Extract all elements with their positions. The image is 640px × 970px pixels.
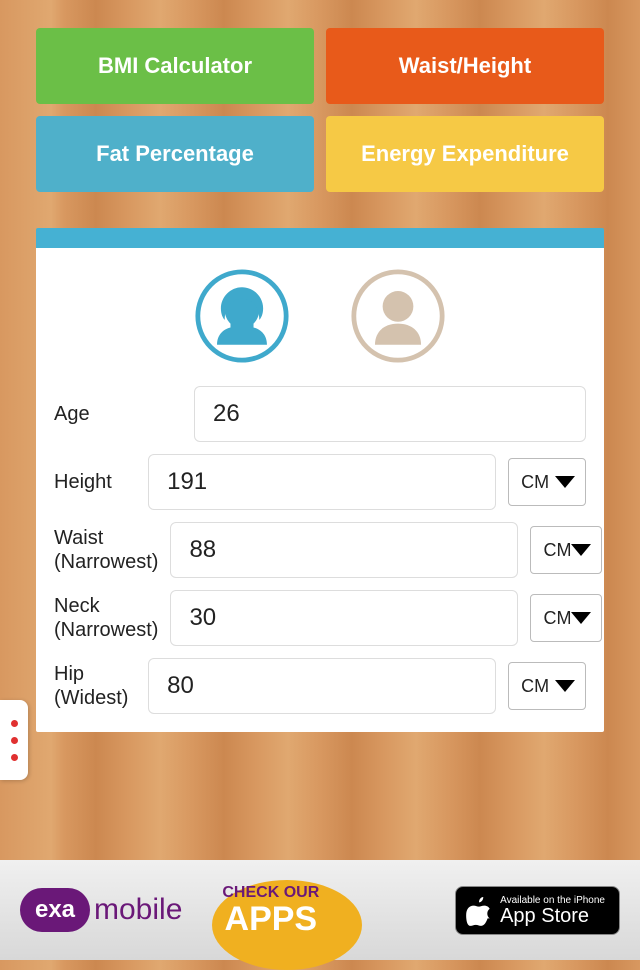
chevron-down-icon xyxy=(571,544,591,556)
label-waist: Waist (Narrowest) xyxy=(54,526,158,574)
chevron-down-icon xyxy=(555,476,575,488)
input-neck[interactable] xyxy=(170,590,518,646)
row-height: Height CM xyxy=(54,454,586,510)
unit-neck-value: CM xyxy=(543,608,571,629)
unit-hip-value: CM xyxy=(521,676,549,697)
gender-male-icon[interactable] xyxy=(350,268,446,364)
row-age: Age xyxy=(54,386,586,442)
side-drawer-handle[interactable] xyxy=(0,700,28,780)
unit-neck[interactable]: CM xyxy=(530,594,602,642)
dot-icon xyxy=(11,754,18,761)
unit-height[interactable]: CM xyxy=(508,458,586,506)
row-hip: Hip (Widest) CM xyxy=(54,658,586,714)
row-waist: Waist (Narrowest) CM xyxy=(54,522,586,578)
chevron-down-icon xyxy=(571,612,591,624)
exa-mobile-logo: exa mobile xyxy=(20,888,182,932)
unit-waist-value: CM xyxy=(543,540,571,561)
input-height[interactable] xyxy=(148,454,496,510)
appstore-big-text: App Store xyxy=(500,906,605,926)
apple-icon xyxy=(466,897,492,927)
unit-waist[interactable]: CM xyxy=(530,526,602,574)
tab-waist-height[interactable]: Waist/Height xyxy=(326,28,604,104)
input-card: Age Height CM Waist (Narrowest) CM Neck … xyxy=(36,228,604,732)
label-height: Height xyxy=(54,470,136,494)
chevron-down-icon xyxy=(555,680,575,692)
calculator-tabs: BMI Calculator Waist/Height Fat Percenta… xyxy=(0,0,640,192)
apps-text: APPS xyxy=(222,902,319,936)
input-waist[interactable] xyxy=(170,522,518,578)
gender-selector xyxy=(54,268,586,364)
tab-bmi[interactable]: BMI Calculator xyxy=(36,28,314,104)
dot-icon xyxy=(11,720,18,727)
unit-height-value: CM xyxy=(521,472,549,493)
mobile-text: mobile xyxy=(94,893,182,927)
tab-fat-percentage[interactable]: Fat Percentage xyxy=(36,116,314,192)
input-age[interactable] xyxy=(194,386,586,442)
gender-female-icon[interactable] xyxy=(194,268,290,364)
check-apps-badge: CHECK OUR APPS xyxy=(222,884,319,936)
label-age: Age xyxy=(54,402,182,426)
tab-energy-expenditure[interactable]: Energy Expenditure xyxy=(326,116,604,192)
input-hip[interactable] xyxy=(148,658,496,714)
unit-hip[interactable]: CM xyxy=(508,662,586,710)
exa-pill: exa xyxy=(20,888,90,932)
appstore-small-text: Available on the iPhone xyxy=(500,895,605,906)
ad-banner[interactable]: exa mobile CHECK OUR APPS Available on t… xyxy=(0,860,640,960)
dot-icon xyxy=(11,737,18,744)
label-hip: Hip (Widest) xyxy=(54,662,136,710)
label-neck: Neck (Narrowest) xyxy=(54,594,158,642)
row-neck: Neck (Narrowest) CM xyxy=(54,590,586,646)
app-store-badge[interactable]: Available on the iPhone App Store xyxy=(455,886,620,935)
